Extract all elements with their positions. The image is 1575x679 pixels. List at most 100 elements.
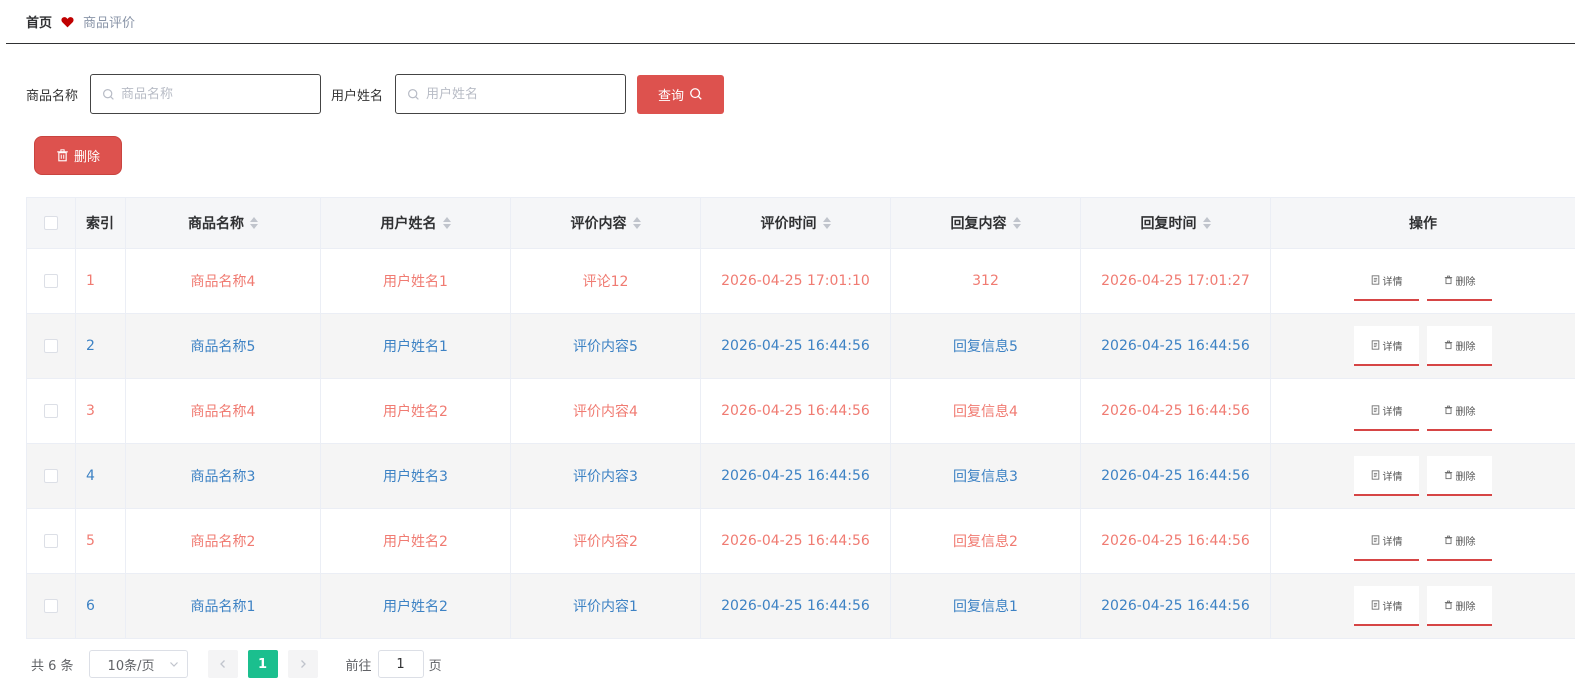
row-select-cell[interactable] (26, 509, 76, 573)
row-ops-group: 详情 删除 (1271, 326, 1575, 366)
breadcrumb-home[interactable]: 首页 (26, 12, 52, 31)
header-reply-time[interactable]: 回复时间 (1081, 198, 1271, 248)
delete-button-label: 删除 (1455, 536, 1476, 548)
search-icon (408, 88, 419, 100)
row-user-name: 用户姓名1 (321, 314, 511, 378)
detail-button[interactable]: 详情 (1354, 586, 1419, 626)
document-icon (1371, 340, 1379, 350)
select-all-checkbox[interactable] (44, 216, 58, 230)
row-ops: 详情 删除 (1271, 249, 1575, 313)
row-reply-time: 2026-04-25 16:44:56 (1081, 379, 1271, 443)
header-ops-label: 操作 (1409, 216, 1437, 232)
next-page-button[interactable] (287, 650, 318, 678)
sort-icon[interactable] (250, 217, 258, 229)
header-content-label: 评价内容 (570, 216, 627, 232)
header-user[interactable]: 用户姓名 (321, 198, 511, 248)
header-time[interactable]: 评价时间 (701, 198, 891, 248)
chevron-left-icon (219, 660, 225, 668)
detail-button[interactable]: 详情 (1354, 521, 1419, 561)
row-goods-name: 商品名称5 (126, 314, 321, 378)
delete-button-label: 删除 (1455, 341, 1476, 353)
user-name-field[interactable] (395, 74, 627, 114)
row-reply-time: 2026-04-25 16:44:56 (1081, 574, 1271, 638)
row-review-content: 评价内容5 (511, 314, 701, 378)
row-goods-name: 商品名称1 (126, 574, 321, 638)
detail-button[interactable]: 详情 (1354, 391, 1419, 431)
row-review-time: 2026-04-25 16:44:56 (701, 509, 891, 573)
query-button[interactable]: 查询 (637, 74, 725, 114)
row-checkbox[interactable] (44, 339, 58, 353)
row-goods-name: 商品名称4 (126, 379, 321, 443)
goto-page-input[interactable]: 1 (377, 650, 424, 678)
sort-icon[interactable] (632, 217, 641, 229)
delete-button[interactable]: 删除 (1427, 521, 1492, 561)
row-review-content: 评论12 (511, 249, 701, 313)
row-ops: 详情 删除 (1271, 574, 1575, 638)
row-review-content: 评价内容2 (511, 509, 701, 573)
trash-icon (1444, 600, 1452, 610)
row-ops: 详情 删除 (1271, 314, 1575, 378)
row-select-cell[interactable] (26, 314, 76, 378)
delete-button[interactable]: 删除 (1427, 586, 1492, 626)
batch-delete-button[interactable]: 删除 (34, 136, 122, 175)
header-reply-time-label: 回复时间 (1140, 216, 1197, 232)
goods-name-input[interactable] (121, 86, 302, 102)
header-reply[interactable]: 回复内容 (891, 198, 1081, 248)
table-row: 3 商品名称4 用户姓名2 评价内容4 2026-04-25 16:44:56 回复信息4… (26, 379, 1575, 444)
row-checkbox[interactable] (44, 404, 58, 418)
row-reply-content: 回复信息3 (891, 444, 1081, 508)
row-select-cell[interactable] (26, 444, 76, 508)
prev-page-button[interactable] (207, 650, 238, 678)
delete-button[interactable]: 删除 (1427, 391, 1492, 431)
search-bar: 商品名称 用户姓名 查询 (26, 74, 725, 114)
trash-icon (1444, 405, 1452, 415)
sort-icon[interactable] (442, 217, 451, 229)
row-checkbox[interactable] (44, 274, 58, 288)
row-ops: 详情 删除 (1271, 379, 1575, 443)
row-ops-group: 详情 删除 (1271, 456, 1575, 496)
trash-icon (1444, 470, 1452, 480)
delete-button[interactable]: 删除 (1427, 326, 1492, 366)
row-reply-content: 回复信息4 (891, 379, 1081, 443)
pagination: 共 6 条 10条/页 1 前往 1 页 (31, 650, 442, 678)
page-size-value: 10条/页 (107, 658, 155, 674)
row-select-cell[interactable] (26, 249, 76, 313)
row-checkbox[interactable] (44, 469, 58, 483)
row-checkbox[interactable] (44, 599, 58, 613)
user-name-input[interactable] (426, 86, 607, 102)
row-reply-content: 回复信息2 (891, 509, 1081, 573)
sort-icon[interactable] (1202, 217, 1211, 229)
row-user-name: 用户姓名3 (321, 444, 511, 508)
sort-icon[interactable] (822, 217, 831, 229)
goods-name-field[interactable] (90, 74, 322, 114)
document-icon (1371, 535, 1379, 545)
detail-button-label: 详情 (1382, 471, 1403, 483)
header-ops: 操作 (1271, 198, 1575, 248)
trash-icon (1444, 535, 1452, 545)
delete-button[interactable]: 删除 (1427, 261, 1492, 301)
detail-button[interactable]: 详情 (1354, 326, 1419, 366)
row-reply-content: 312 (891, 249, 1081, 313)
row-index: 1 (76, 249, 126, 313)
sort-icon[interactable] (1012, 217, 1021, 229)
row-select-cell[interactable] (26, 574, 76, 638)
header-time-label: 评价时间 (760, 216, 817, 232)
detail-button[interactable]: 详情 (1354, 456, 1419, 496)
header-select-all[interactable] (26, 198, 76, 248)
row-user-name: 用户姓名2 (321, 379, 511, 443)
delete-button[interactable]: 删除 (1427, 456, 1492, 496)
row-reply-time: 2026-04-25 17:01:27 (1081, 249, 1271, 313)
table-body: 1 商品名称4 用户姓名1 评论12 2026-04-25 17:01:10 312 202… (26, 249, 1575, 639)
row-checkbox[interactable] (44, 534, 58, 548)
header-goods[interactable]: 商品名称 (126, 198, 321, 248)
row-review-time: 2026-04-25 17:01:10 (701, 249, 891, 313)
page-number-active[interactable]: 1 (247, 650, 278, 678)
header-content[interactable]: 评价内容 (511, 198, 701, 248)
page-size-select[interactable]: 10条/页 (88, 650, 188, 678)
row-ops-group: 详情 删除 (1271, 521, 1575, 561)
row-review-time: 2026-04-25 16:44:56 (701, 314, 891, 378)
row-select-cell[interactable] (26, 379, 76, 443)
table-row: 4 商品名称3 用户姓名3 评价内容3 2026-04-25 16:44:56 回复信息3… (26, 444, 1575, 509)
detail-button[interactable]: 详情 (1354, 261, 1419, 301)
row-index: 4 (76, 444, 126, 508)
